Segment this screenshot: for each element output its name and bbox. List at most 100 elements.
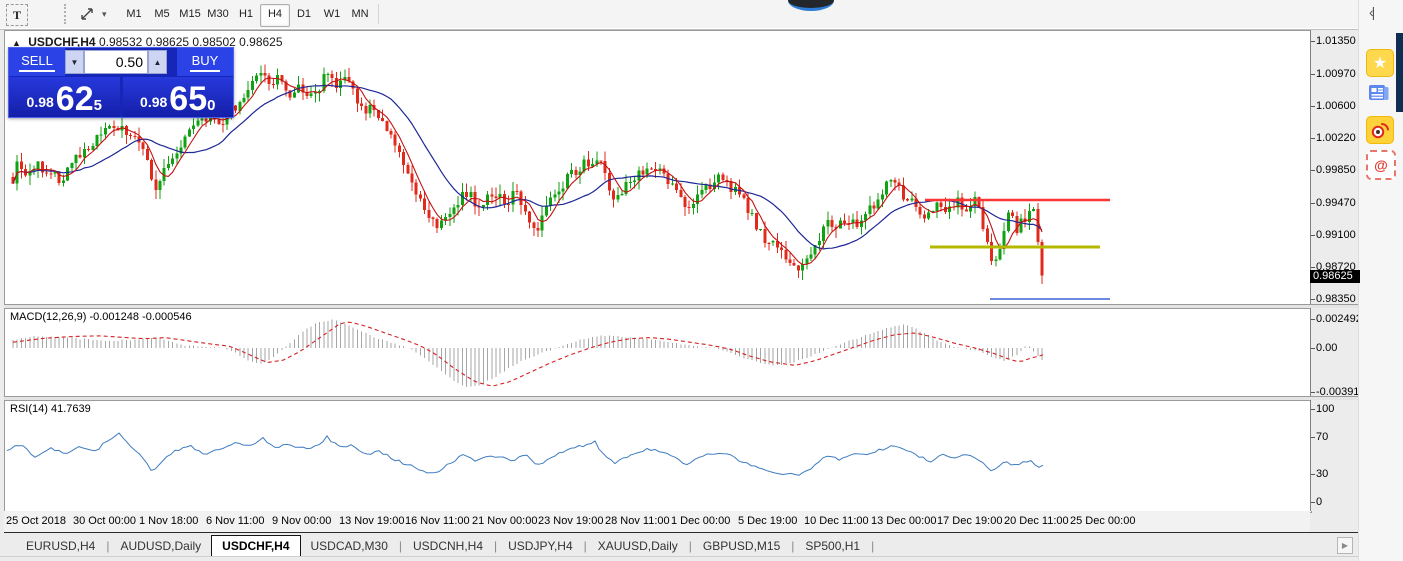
timeframe-button-m30[interactable]: M30	[204, 4, 232, 25]
tab-scroll-right-button[interactable]: ▶	[1337, 537, 1353, 554]
time-axis-label: 20 Dec 11:00	[1004, 515, 1069, 527]
timeframe-button-m5[interactable]: M5	[148, 4, 176, 25]
favorites-star-icon[interactable]: ★	[1366, 49, 1394, 77]
background-window-edge	[1396, 33, 1403, 112]
volume-increase-stepper[interactable]: ▲	[148, 50, 167, 74]
volume-field-box	[84, 50, 148, 74]
axis-tick	[1311, 392, 1315, 393]
chart-tab-sp500[interactable]: SP500,H1	[795, 536, 870, 556]
timeframe-button-mn[interactable]: MN	[346, 4, 374, 25]
axis-label: 1.00970	[1316, 68, 1356, 80]
toolbar-separator	[378, 4, 379, 24]
time-axis-label: 23 Nov 19:00	[538, 515, 603, 527]
time-axis-label: 28 Nov 11:00	[605, 515, 670, 527]
mt4-application-window: T ▾ M1M5M15M30H1H4D1W1MN ▲ USDCHF,H4 0.9…	[0, 0, 1403, 561]
sell-price-display[interactable]: 0.98625	[9, 77, 120, 117]
timeframe-button-d1[interactable]: D1	[290, 4, 318, 25]
sell-button[interactable]: SELL	[9, 48, 65, 76]
axis-label: 1.01350	[1316, 35, 1356, 47]
chart-tab-bar: EURUSD,H4|AUDUSD,DailyUSDCHF,H4USDCAD,M3…	[4, 533, 1358, 556]
time-axis-label: 13 Dec 00:00	[871, 515, 936, 527]
axis-tick	[1311, 138, 1315, 139]
buy-price-display[interactable]: 0.98650	[123, 77, 234, 117]
macd-indicator-canvas[interactable]	[4, 308, 1312, 398]
sidebar-collapse-icon[interactable]: ‹|	[1369, 4, 1373, 20]
chart-tab-xauusd[interactable]: XAUUSD,Daily	[588, 536, 688, 556]
chart-tab-usdcnh[interactable]: USDCNH,H4	[403, 536, 493, 556]
axis-label: 100	[1316, 403, 1334, 415]
mail-at-icon[interactable]: @	[1366, 150, 1396, 180]
time-axis: 25 Oct 201830 Oct 00:001 Nov 18:006 Nov …	[4, 511, 1310, 532]
timeframe-button-w1[interactable]: W1	[318, 4, 346, 25]
tab-separator: |	[584, 539, 587, 553]
tab-separator: |	[399, 539, 402, 553]
axis-label: 70	[1316, 431, 1328, 443]
cursor-tool-dropdown-icon[interactable]: ▾	[102, 9, 107, 20]
ohlc-close: 0.98625	[239, 35, 282, 49]
toolbar-gripper	[64, 4, 66, 24]
tab-separator: |	[494, 539, 497, 553]
rsi-axis: 100 70 30 0	[1310, 400, 1359, 511]
axis-tick	[1311, 267, 1315, 268]
timeframe-button-h4[interactable]: H4	[260, 4, 290, 27]
price-axis: 1.013501.009701.006001.002200.998500.994…	[1310, 30, 1359, 304]
tab-separator: |	[871, 539, 874, 553]
tab-separator: |	[106, 539, 109, 553]
chart-tab-eurusd[interactable]: EURUSD,H4	[16, 536, 105, 556]
timeframe-toolbar: M1M5M15M30H1H4D1W1MN	[120, 4, 374, 27]
axis-tick	[1311, 106, 1315, 107]
status-strip	[0, 556, 1358, 561]
axis-label: 0	[1316, 496, 1322, 508]
time-axis-label: 25 Dec 00:00	[1070, 515, 1135, 527]
axis-label: 0.002492	[1316, 313, 1362, 325]
axis-tick	[1311, 299, 1315, 300]
buy-button[interactable]: BUY	[177, 48, 233, 76]
time-axis-label: 13 Nov 19:00	[339, 515, 404, 527]
axis-label: 0.99100	[1316, 229, 1356, 241]
axis-tick	[1311, 437, 1315, 438]
time-axis-label: 1 Dec 00:00	[671, 515, 730, 527]
axis-tick	[1311, 41, 1315, 42]
top-toolbar: T ▾ M1M5M15M30H1H4D1W1MN	[0, 0, 1358, 30]
axis-tick	[1311, 235, 1315, 236]
axis-tick	[1311, 348, 1315, 349]
time-axis-label: 30 Oct 00:00	[73, 515, 136, 527]
axis-label: 1.00600	[1316, 100, 1356, 112]
axis-label: 1.00220	[1316, 132, 1356, 144]
axis-label: 0.99470	[1316, 197, 1356, 209]
timeframe-button-h1[interactable]: H1	[232, 4, 260, 25]
chart-tab-gbpusd[interactable]: GBPUSD,M15	[693, 536, 790, 556]
current-price-tag: 0.98625	[1310, 270, 1360, 283]
chart-tab-usdjpy[interactable]: USDJPY,H4	[498, 536, 582, 556]
macd-indicator-label: MACD(12,26,9) -0.001248 -0.000546	[10, 311, 192, 323]
axis-label: 0.00	[1316, 342, 1337, 354]
time-axis-label: 21 Nov 00:00	[472, 515, 537, 527]
tab-separator: |	[689, 539, 692, 553]
crosshair-cursor-icon[interactable]	[78, 4, 98, 24]
time-axis-label: 5 Dec 19:00	[738, 515, 797, 527]
time-axis-label: 17 Dec 19:00	[937, 515, 1002, 527]
axis-tick	[1311, 409, 1315, 410]
time-axis-label: 10 Dec 11:00	[804, 515, 869, 527]
news-icon[interactable]	[1366, 80, 1392, 106]
axis-tick	[1311, 474, 1315, 475]
timeframe-button-m1[interactable]: M1	[120, 4, 148, 25]
one-click-trading-panel: SELL ▼ ▲ BUY 0.98625 0.98650	[8, 47, 234, 118]
volume-decrease-stepper[interactable]: ▼	[65, 50, 84, 74]
axis-tick	[1311, 74, 1315, 75]
rsi-indicator-canvas[interactable]	[4, 400, 1312, 513]
weibo-icon[interactable]	[1366, 116, 1394, 144]
axis-tick	[1311, 319, 1315, 320]
axis-label: 30	[1316, 468, 1328, 480]
chart-tab-usdcad[interactable]: USDCAD,M30	[301, 536, 398, 556]
time-axis-label: 16 Nov 11:00	[405, 515, 470, 527]
volume-input[interactable]	[85, 53, 147, 71]
chart-tab-usdchf[interactable]: USDCHF,H4	[211, 535, 300, 557]
timeframe-button-m15[interactable]: M15	[176, 4, 204, 25]
time-axis-label: 9 Nov 00:00	[272, 515, 331, 527]
text-label-tool-icon[interactable]: T	[6, 4, 28, 26]
macd-axis: 0.0024920.00-0.003913	[1310, 308, 1359, 396]
time-axis-label: 1 Nov 18:00	[139, 515, 198, 527]
chart-tab-audusd[interactable]: AUDUSD,Daily	[110, 536, 211, 556]
axis-tick	[1311, 203, 1315, 204]
